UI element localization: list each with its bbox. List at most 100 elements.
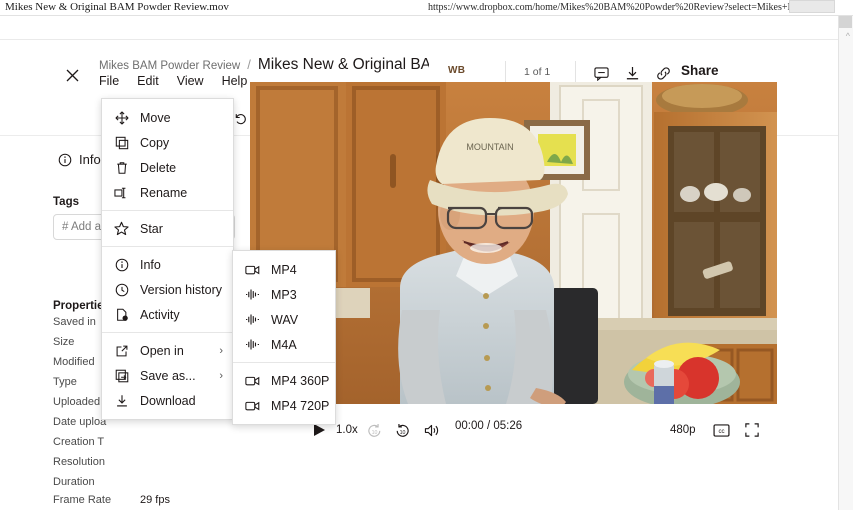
rename-icon xyxy=(114,185,129,200)
open-in-icon xyxy=(114,343,129,358)
quality-label: 480p xyxy=(670,424,696,436)
save-as-submenu[interactable]: MP4 MP3 WAV M4A MP4 360P MP4 720P xyxy=(232,250,336,425)
window-title: Mikes New & Original BAM Powder Review.m… xyxy=(5,1,229,13)
close-button[interactable] xyxy=(61,64,83,86)
info-icon xyxy=(114,257,129,272)
browser-chrome-area xyxy=(0,16,853,40)
menu-item-info[interactable]: Info xyxy=(102,252,233,277)
star-icon xyxy=(114,221,129,236)
submenu-item-mp4[interactable]: MP4 xyxy=(233,257,335,282)
menu-item-copy[interactable]: Copy xyxy=(102,130,233,155)
property-key: Creation T xyxy=(53,436,105,448)
menu-item-save-as[interactable]: Save as... › xyxy=(102,363,233,388)
property-row-resolution: Resolution xyxy=(53,456,248,471)
info-icon xyxy=(58,153,72,166)
captions-button[interactable]: cc xyxy=(713,420,730,440)
browser-tab[interactable] xyxy=(789,0,835,13)
menu-item-activity[interactable]: Activity xyxy=(102,302,233,327)
rewind-10-icon: 10 xyxy=(368,423,381,437)
audio-icon xyxy=(245,312,260,327)
file-dropdown-menu[interactable]: Move Copy Delete Rename Star Info Versio… xyxy=(101,98,234,420)
tab-info-label: Info xyxy=(79,152,101,167)
delete-icon xyxy=(114,160,129,175)
submenu-item-label: WAV xyxy=(271,312,299,327)
header-divider-1 xyxy=(505,61,506,83)
menu-item-delete[interactable]: Delete xyxy=(102,155,233,180)
menu-item-label: Move xyxy=(140,110,171,125)
time-display: 00:00 / 05:26 xyxy=(455,420,523,432)
menu-item-label: Delete xyxy=(140,160,177,175)
forward-10-button[interactable]: 10 xyxy=(395,420,410,440)
submenu-item-mp3[interactable]: MP3 xyxy=(233,282,335,307)
menu-item-label: Copy xyxy=(140,135,170,150)
fullscreen-button[interactable] xyxy=(745,420,759,440)
volume-button[interactable] xyxy=(424,420,440,440)
menu-item-download[interactable]: Download xyxy=(102,388,233,413)
os-title-bar: Mikes New & Original BAM Powder Review.m… xyxy=(0,0,853,16)
scroll-up-arrow-icon[interactable]: ^ xyxy=(846,32,850,41)
menubar: File Edit View Help xyxy=(99,74,247,88)
svg-text:10: 10 xyxy=(372,429,378,435)
property-key: Frame Rate xyxy=(53,494,112,506)
screen: Mikes New & Original BAM Powder Review.m… xyxy=(0,0,853,510)
download-button[interactable] xyxy=(621,62,643,84)
submenu-item-label: MP4 360P xyxy=(271,373,330,388)
rewind-10-button[interactable]: 10 xyxy=(367,420,382,440)
property-key: Type xyxy=(53,376,77,388)
property-key: Date uploa xyxy=(53,416,107,428)
menu-item-label: Info xyxy=(140,257,161,272)
menubar-item-file[interactable]: File xyxy=(99,74,119,88)
clock-icon xyxy=(114,282,129,297)
menu-item-version-history[interactable]: Version history xyxy=(102,277,233,302)
video-icon xyxy=(245,398,260,413)
property-key: Modified xyxy=(53,356,95,368)
submenu-item-mp4-360p[interactable]: MP4 360P xyxy=(233,368,335,393)
volume-icon xyxy=(424,424,439,436)
move-icon xyxy=(114,110,129,125)
property-key: Saved in xyxy=(53,316,96,328)
address-bar-url[interactable]: https://www.dropbox.com/home/Mikes%20BAM… xyxy=(428,2,802,13)
tags-label: Tags xyxy=(53,196,79,208)
svg-text:cc: cc xyxy=(718,427,724,434)
menu-divider xyxy=(102,246,233,247)
page-count-label: 1 of 1 xyxy=(524,66,551,78)
video-icon xyxy=(245,373,260,388)
property-key: Size xyxy=(53,336,75,348)
menu-item-label: Star xyxy=(140,221,163,236)
menu-item-label: Save as... xyxy=(140,368,196,383)
property-key: Resolution xyxy=(53,456,105,468)
quality-button[interactable]: 480p xyxy=(670,420,696,440)
menu-item-open-in[interactable]: Open in › xyxy=(102,338,233,363)
dropbox-preview-app: Mikes BAM Powder Review / Mikes New & Or… xyxy=(0,40,838,510)
submenu-item-label: MP3 xyxy=(271,287,297,302)
menu-item-rename[interactable]: Rename xyxy=(102,180,233,205)
menubar-item-edit[interactable]: Edit xyxy=(137,74,159,88)
playback-speed-button[interactable]: 1.0x xyxy=(336,420,358,440)
menu-item-move[interactable]: Move xyxy=(102,105,233,130)
submenu-item-mp4-720p[interactable]: MP4 720P xyxy=(233,393,335,418)
scrollbar-thumb[interactable] xyxy=(839,16,852,28)
menu-item-label: Rename xyxy=(140,185,188,200)
menubar-item-view[interactable]: View xyxy=(177,74,204,88)
breadcrumb-parent-folder[interactable]: Mikes BAM Powder Review xyxy=(99,60,240,72)
menu-item-star[interactable]: Star xyxy=(102,216,233,241)
audio-icon xyxy=(245,287,260,302)
tab-info[interactable]: Info xyxy=(58,152,101,167)
menu-item-label: Download xyxy=(140,393,196,408)
property-row-frame-rate: Frame Rate 29 fps xyxy=(53,494,248,509)
forward-10-icon: 10 xyxy=(396,423,409,437)
chevron-right-icon: › xyxy=(219,369,223,382)
comment-button[interactable] xyxy=(590,62,612,84)
link-icon xyxy=(656,66,670,80)
submenu-item-m4a[interactable]: M4A xyxy=(233,332,335,357)
page-scrollbar[interactable]: ^ xyxy=(838,16,853,510)
copy-link-button[interactable] xyxy=(652,62,674,84)
avatar[interactable]: WB xyxy=(448,65,465,76)
submenu-item-wav[interactable]: WAV xyxy=(233,307,335,332)
share-button[interactable]: Share xyxy=(681,63,719,78)
submenu-item-label: M4A xyxy=(271,337,297,352)
breadcrumb-separator: / xyxy=(247,57,251,72)
page-title: Mikes New & Original BAM P xyxy=(257,56,429,73)
menubar-item-help[interactable]: Help xyxy=(222,74,248,88)
fullscreen-icon xyxy=(745,423,759,437)
